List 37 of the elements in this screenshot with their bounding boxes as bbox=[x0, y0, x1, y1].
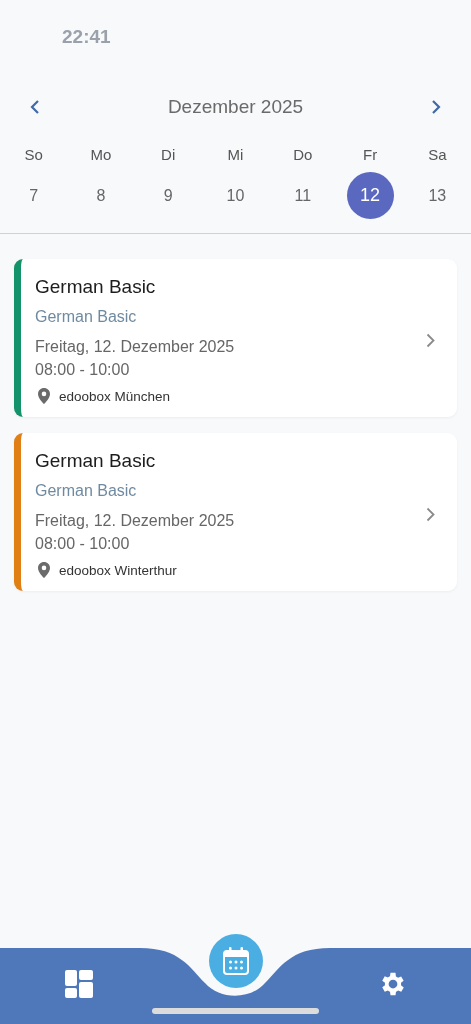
day-button[interactable]: 13 bbox=[413, 172, 461, 219]
event-time: 08:00 - 10:00 bbox=[35, 534, 131, 554]
chevron-right-icon bbox=[426, 506, 435, 522]
weekday-label: So bbox=[24, 145, 43, 165]
day-button[interactable]: 8 bbox=[77, 172, 125, 219]
month-title: Dezember 2025 bbox=[167, 96, 304, 118]
dashboard-icon bbox=[64, 970, 93, 998]
calendar-icon bbox=[222, 947, 249, 975]
calendar-tab[interactable] bbox=[208, 934, 263, 988]
event-subtitle: German Basic bbox=[35, 308, 138, 326]
chevron-right-icon bbox=[426, 332, 435, 348]
day-button[interactable]: 11 bbox=[279, 172, 327, 219]
weekday-label: Mi bbox=[227, 145, 244, 165]
weekday-label: Sa bbox=[428, 145, 447, 165]
day-button[interactable]: 10 bbox=[212, 172, 259, 219]
event-location: edoobox München bbox=[59, 388, 171, 404]
day-button[interactable]: 9 bbox=[144, 172, 192, 219]
chevron-right-icon bbox=[431, 99, 441, 115]
event-time: 08:00 - 10:00 bbox=[35, 360, 131, 380]
location-pin-icon bbox=[38, 562, 50, 578]
event-subtitle: German Basic bbox=[35, 482, 138, 500]
event-card[interactable]: German Basic German Basic Freitag, 12. Dezember 2025 08:00 - 10:00 edoobox Winterthur bbox=[14, 433, 457, 591]
event-title: German Basic bbox=[35, 276, 157, 298]
event-title: German Basic bbox=[35, 450, 157, 472]
status-time: 22:41 bbox=[62, 26, 111, 47]
event-date: Freitag, 12. Dezember 2025 bbox=[35, 337, 236, 357]
weekday-label: Do bbox=[293, 145, 313, 165]
day-button[interactable]: 7 bbox=[10, 172, 58, 219]
weekday-label: Di bbox=[161, 145, 176, 165]
weekday-label: Fr bbox=[362, 145, 378, 165]
chevron-left-icon bbox=[30, 99, 40, 115]
weekday-label: Mo bbox=[90, 145, 112, 165]
event-date: Freitag, 12. Dezember 2025 bbox=[35, 511, 236, 531]
event-card[interactable]: German Basic German Basic Freitag, 12. Dezember 2025 08:00 - 10:00 edoobox München bbox=[14, 259, 457, 417]
day-button[interactable]: 12 bbox=[346, 172, 394, 219]
event-location: edoobox Winterthur bbox=[59, 562, 177, 578]
location-pin-icon bbox=[38, 388, 50, 404]
